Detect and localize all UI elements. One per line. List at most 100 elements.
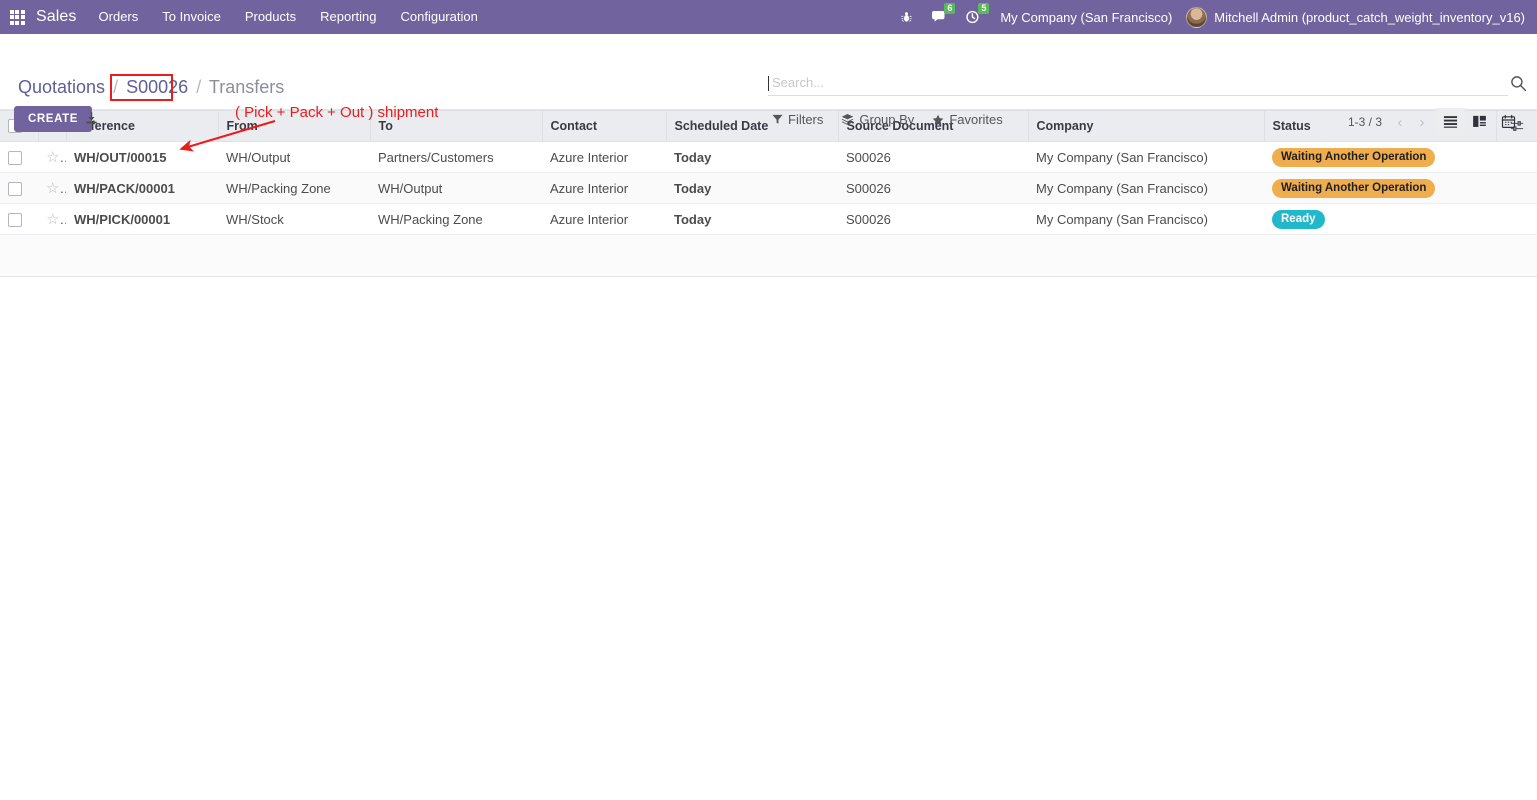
table-header-row: Reference From To Contact Scheduled Date… bbox=[0, 110, 1537, 142]
search-icon[interactable] bbox=[1510, 75, 1527, 95]
cell-source-document: S00026 bbox=[838, 172, 1028, 204]
navbar-right-zone: 6 5 My Company (San Francisco) Mitchell … bbox=[891, 0, 1531, 34]
search-input[interactable] bbox=[768, 74, 1508, 92]
view-switcher-list[interactable] bbox=[1436, 108, 1465, 135]
favorite-star-icon[interactable]: ☆ bbox=[46, 211, 66, 228]
cell-reference: WH/PACK/00001 bbox=[66, 172, 218, 204]
active-company-switcher[interactable]: My Company (San Francisco) bbox=[990, 10, 1182, 25]
cell-spacer bbox=[1496, 172, 1537, 204]
column-header-contact[interactable]: Contact bbox=[542, 110, 667, 142]
top-navbar: Sales Orders To Invoice Products Reporti… bbox=[0, 0, 1537, 34]
view-switcher-calendar[interactable] bbox=[1494, 108, 1523, 135]
control-panel: Quotations / S00026 / Transfers CREATE (… bbox=[0, 34, 1537, 152]
groupby-dropdown[interactable]: Group By bbox=[841, 112, 914, 127]
table-footer-aggregate-row bbox=[0, 235, 1537, 277]
cell-reference: WH/OUT/00015 bbox=[66, 141, 218, 173]
table-row[interactable]: ☆ WH/PICK/00001 WH/Stock WH/Packing Zone… bbox=[0, 203, 1537, 235]
table-header: Reference From To Contact Scheduled Date… bbox=[0, 110, 1537, 142]
breadcrumb-separator-1: / bbox=[113, 77, 119, 97]
list-view-icon bbox=[1443, 116, 1458, 128]
cell-to: Partners/Customers bbox=[370, 141, 542, 173]
breadcrumb: Quotations / S00026 / Transfers bbox=[18, 75, 284, 99]
cell-scheduled-date: Today bbox=[666, 141, 838, 173]
cell-from: WH/Packing Zone bbox=[218, 172, 370, 204]
cell-contact: Azure Interior bbox=[542, 141, 666, 173]
status-badge: Waiting Another Operation bbox=[1272, 147, 1436, 167]
column-header-from[interactable]: From bbox=[218, 110, 371, 142]
cell-contact: Azure Interior bbox=[542, 172, 666, 204]
cell-status: Waiting Another Operation bbox=[1264, 141, 1496, 173]
cell-status: Ready bbox=[1264, 203, 1496, 235]
menu-to-invoice[interactable]: To Invoice bbox=[150, 0, 233, 34]
cell-spacer bbox=[1496, 141, 1537, 173]
cell-from: WH/Stock bbox=[218, 203, 370, 235]
cell-scheduled-date: Today bbox=[666, 203, 838, 235]
cell-company: My Company (San Francisco) bbox=[1028, 203, 1264, 235]
table-row[interactable]: ☆ WH/OUT/00015 WH/Output Partners/Custom… bbox=[0, 141, 1537, 173]
menu-orders[interactable]: Orders bbox=[87, 0, 151, 34]
debug-bug-icon[interactable] bbox=[891, 0, 922, 34]
row-star-cell: ☆ bbox=[38, 141, 66, 173]
user-menu[interactable]: Mitchell Admin (product_catch_weight_inv… bbox=[1182, 6, 1531, 28]
pager-next-icon[interactable]: › bbox=[1412, 112, 1432, 132]
breadcrumb-item-transfers: Transfers bbox=[208, 77, 285, 97]
messages-counter: 6 bbox=[944, 3, 956, 14]
view-switcher bbox=[1436, 108, 1523, 135]
cell-company: My Company (San Francisco) bbox=[1028, 172, 1264, 204]
row-star-cell: ☆ bbox=[38, 172, 66, 204]
cell-reference: WH/PICK/00001 bbox=[66, 203, 218, 235]
favorites-dropdown[interactable]: Favorites bbox=[932, 112, 1003, 127]
activities-counter: 5 bbox=[978, 3, 990, 14]
table-body: ☆ WH/OUT/00015 WH/Output Partners/Custom… bbox=[0, 141, 1537, 235]
search-caret bbox=[768, 76, 769, 91]
row-star-cell: ☆ bbox=[38, 203, 66, 235]
breadcrumb-separator-2: / bbox=[196, 77, 202, 97]
user-name-label: Mitchell Admin (product_catch_weight_inv… bbox=[1214, 9, 1525, 25]
status-badge: Ready bbox=[1272, 209, 1325, 229]
messages-icon[interactable]: 6 bbox=[922, 0, 956, 34]
status-badge: Waiting Another Operation bbox=[1272, 178, 1436, 198]
transfers-list-view: Reference From To Contact Scheduled Date… bbox=[0, 110, 1537, 277]
column-header-company[interactable]: Company bbox=[1028, 110, 1265, 142]
row-select-cell bbox=[0, 141, 38, 173]
groupby-label: Group By bbox=[859, 112, 915, 127]
cell-source-document: S00026 bbox=[838, 141, 1028, 173]
apps-menu-icon[interactable] bbox=[0, 0, 34, 34]
table-row[interactable]: ☆ WH/PACK/00001 WH/Packing Zone WH/Outpu… bbox=[0, 172, 1537, 204]
filters-label: Filters bbox=[788, 112, 824, 127]
row-checkbox[interactable] bbox=[8, 150, 22, 165]
download-import-icon[interactable] bbox=[82, 109, 100, 127]
avatar bbox=[1186, 6, 1208, 28]
menu-configuration[interactable]: Configuration bbox=[389, 0, 490, 34]
menu-reporting[interactable]: Reporting bbox=[308, 0, 388, 34]
calendar-view-icon bbox=[1501, 114, 1516, 129]
row-select-cell bbox=[0, 172, 38, 204]
favorites-label: Favorites bbox=[949, 112, 1003, 127]
transfers-table: Reference From To Contact Scheduled Date… bbox=[0, 110, 1537, 235]
layers-icon bbox=[841, 114, 854, 125]
favorite-star-icon[interactable]: ☆ bbox=[46, 149, 66, 166]
activities-clock-icon[interactable]: 5 bbox=[956, 0, 990, 34]
view-switcher-kanban[interactable] bbox=[1465, 108, 1494, 135]
breadcrumb-item-s00026[interactable]: S00026 bbox=[126, 77, 188, 97]
pager-previous-icon[interactable]: ‹ bbox=[1390, 112, 1410, 132]
breadcrumb-item-quotations[interactable]: Quotations bbox=[18, 77, 105, 97]
star-icon bbox=[932, 114, 944, 125]
row-checkbox[interactable] bbox=[8, 212, 22, 227]
cell-source-document: S00026 bbox=[838, 203, 1028, 235]
cell-contact: Azure Interior bbox=[542, 203, 666, 235]
row-select-cell bbox=[0, 203, 38, 235]
row-checkbox[interactable] bbox=[8, 181, 22, 196]
apps-grid-icon bbox=[9, 9, 25, 25]
create-button[interactable]: CREATE bbox=[14, 106, 93, 132]
search-dropdown-group: Filters Group By Favorites bbox=[772, 112, 1003, 127]
cell-status: Waiting Another Operation bbox=[1264, 172, 1496, 204]
cell-company: My Company (San Francisco) bbox=[1028, 141, 1264, 173]
filters-dropdown[interactable]: Filters bbox=[772, 112, 823, 127]
app-brand-sales[interactable]: Sales bbox=[34, 8, 87, 26]
column-header-to[interactable]: To bbox=[370, 110, 543, 142]
search-view[interactable] bbox=[768, 74, 1508, 96]
pager: 1-3 / 3 ‹ › bbox=[1348, 112, 1432, 132]
favorite-star-icon[interactable]: ☆ bbox=[46, 180, 66, 197]
menu-products[interactable]: Products bbox=[233, 0, 308, 34]
